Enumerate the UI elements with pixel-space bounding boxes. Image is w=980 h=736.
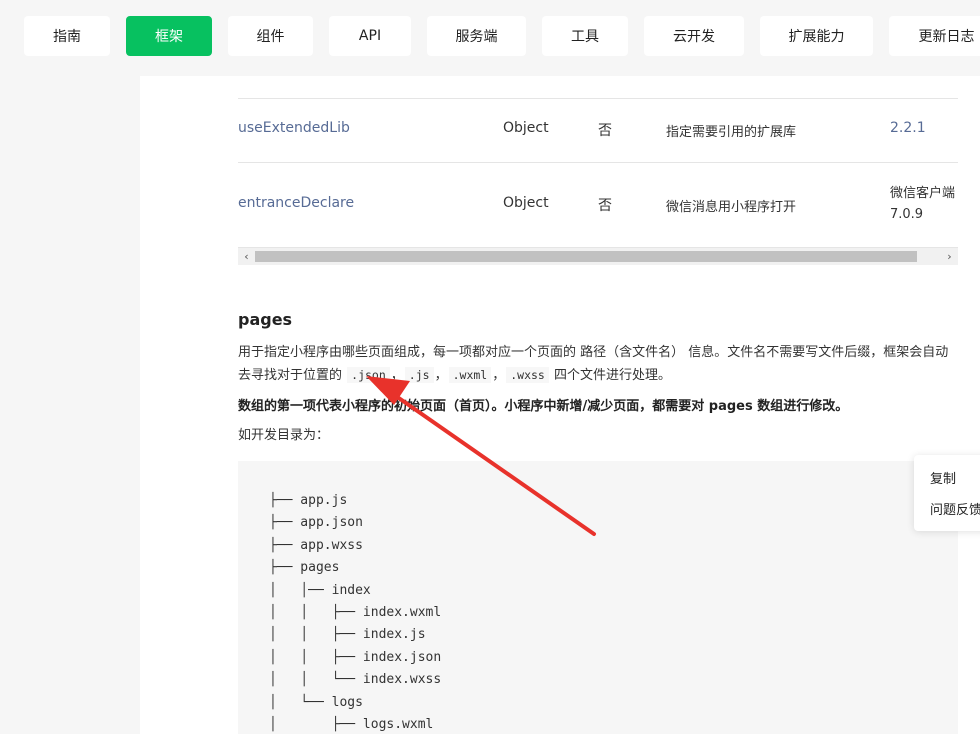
nav-tab-api[interactable]: API xyxy=(329,16,411,56)
code-action-menu: 复制 问题反馈 xyxy=(914,455,980,531)
inline-code-wxml: .wxml xyxy=(448,367,492,383)
nav-tab-tools[interactable]: 工具 xyxy=(542,16,628,56)
table-cell-required: 否 xyxy=(598,198,612,214)
copy-button[interactable]: 复制 xyxy=(930,468,956,487)
code-line: ├── app.json xyxy=(269,515,363,531)
code-line: │ └── logs xyxy=(269,694,363,710)
section-paragraph: 用于指定小程序由哪些页面组成，每一项都对应一个页面的 路径（含文件名） 信息。文… xyxy=(238,341,956,387)
left-gutter xyxy=(0,0,140,734)
nav-tab-extensions[interactable]: 扩展能力 xyxy=(760,16,873,56)
nav-tab-changelog[interactable]: 更新日志 xyxy=(889,16,980,56)
directory-label: 如开发目录为： xyxy=(238,428,330,443)
nav-tab-framework[interactable]: 框架 xyxy=(126,16,212,56)
table-cell-version-link[interactable]: 2.2.1 xyxy=(890,120,926,136)
first-page-note: 数组的第一项代表小程序的初始页面（首页）。小程序中新增/减少页面，都需要对 pa… xyxy=(238,399,849,414)
table-cell-type: Object xyxy=(503,120,549,136)
table-row-partial xyxy=(238,76,958,99)
top-nav: 指南 框架 组件 API 服务端 工具 云开发 扩展能力 更新日志 xyxy=(0,0,980,76)
table-cell-type: Object xyxy=(503,195,549,211)
feedback-button[interactable]: 问题反馈 xyxy=(930,499,980,518)
code-line: │ │ ├── index.wxml xyxy=(269,605,442,621)
code-block-lines: ├── app.js ├── app.json ├── app.wxss ├──… xyxy=(269,490,441,736)
inline-code-json: .json xyxy=(347,367,390,383)
scroll-right-arrow-icon[interactable]: › xyxy=(941,248,958,265)
table-cell-required: 否 xyxy=(598,123,612,139)
table-cell-description: 微信消息用小程序打开 xyxy=(666,200,797,215)
separator: ， xyxy=(390,368,404,383)
inline-code-wxss: .wxss xyxy=(506,367,549,383)
code-line: │ │── index xyxy=(269,582,371,598)
inline-code-js: .js xyxy=(404,367,434,383)
scrollbar-thumb[interactable] xyxy=(255,251,917,262)
nav-tab-components[interactable]: 组件 xyxy=(228,16,313,56)
table-cell-description: 指定需要引用的扩展库 xyxy=(666,125,797,140)
table-horizontal-scrollbar[interactable]: ‹ › xyxy=(238,247,958,265)
code-line: │ ├── logs.wxml xyxy=(269,717,434,733)
code-line: ├── app.js xyxy=(269,493,348,508)
separator: ， xyxy=(492,368,506,383)
section-title-pages: pages xyxy=(238,310,293,329)
table-cell-name-link[interactable]: entranceDeclare xyxy=(238,195,354,211)
paragraph-text-2: 四个文件进行处理。 xyxy=(554,368,672,383)
code-line: ├── pages xyxy=(269,560,340,576)
nav-tab-guide[interactable]: 指南 xyxy=(24,16,110,56)
code-line: │ │ ├── index.js xyxy=(269,627,426,643)
table-row: useExtendedLib Object 否 指定需要引用的扩展库 2.2.1 xyxy=(238,98,958,163)
table-row: entranceDeclare Object 否 微信消息用小程序打开 微信客户… xyxy=(238,162,958,248)
table-cell-name-link[interactable]: useExtendedLib xyxy=(238,120,350,136)
code-line: │ │ └── index.wxss xyxy=(269,672,442,688)
separator: ， xyxy=(434,368,448,383)
nav-tab-server[interactable]: 服务端 xyxy=(427,16,526,56)
scroll-left-arrow-icon[interactable]: ‹ xyxy=(238,248,255,265)
nav-tab-cloud[interactable]: 云开发 xyxy=(644,16,744,56)
code-line: ├── app.wxss xyxy=(269,537,363,553)
code-line: │ │ ├── index.json xyxy=(269,649,442,665)
table-cell-version-line2: 7.0.9 xyxy=(890,207,924,222)
table-cell-version-line1: 微信客户端 xyxy=(890,186,956,201)
